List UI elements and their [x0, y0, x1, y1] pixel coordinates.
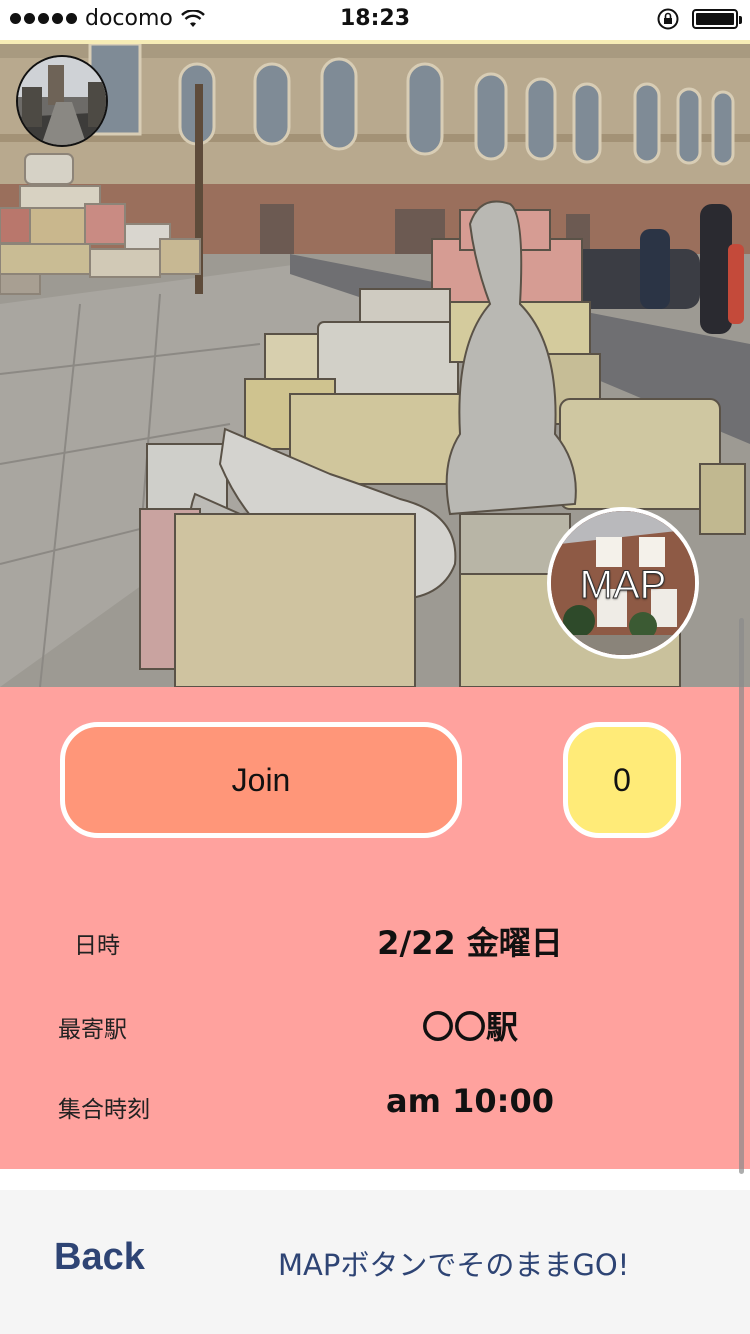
meeting-time-value: am 10:00	[386, 1082, 554, 1120]
date-label: 日時	[74, 933, 120, 959]
status-right	[656, 7, 742, 31]
status-time: 18:23	[339, 6, 411, 31]
map-button-label: MAP	[579, 563, 667, 608]
scrollbar[interactable]	[739, 618, 744, 1174]
map-button[interactable]: MAP	[547, 507, 699, 659]
station-label: 最寄駅	[58, 1017, 127, 1043]
participant-count-badge: 0	[563, 722, 681, 838]
date-value: 2/22 金曜日	[377, 924, 563, 962]
back-button[interactable]: Back	[54, 1236, 145, 1279]
join-button[interactable]: Join	[60, 722, 462, 838]
map-hint-text: MAPボタンでそのままGO!	[278, 1248, 630, 1282]
rotation-lock-icon	[657, 8, 679, 30]
station-value: 〇〇駅	[421, 1008, 518, 1046]
user-avatar[interactable]	[16, 55, 108, 147]
status-bar: docomo 18:23	[0, 0, 750, 40]
meeting-time-label: 集合時刻	[58, 1097, 150, 1123]
battery-icon	[692, 9, 742, 29]
